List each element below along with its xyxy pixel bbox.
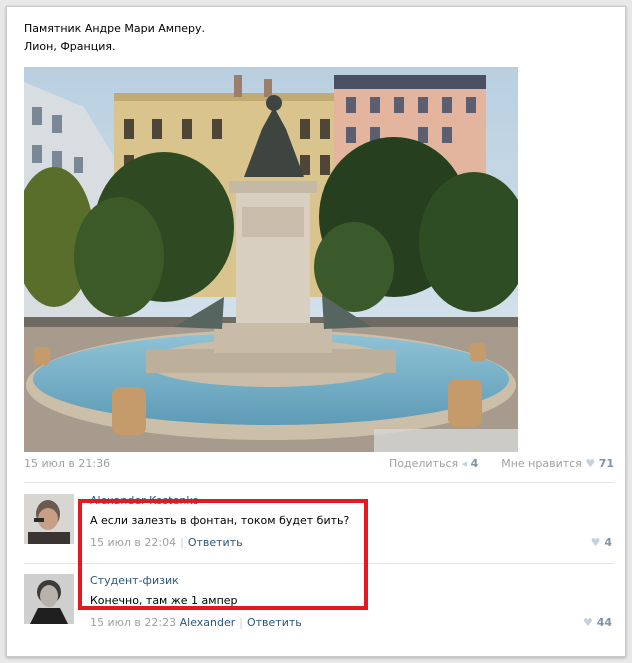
post-text: Памятник Андре Мари Амперу. Лион, Франци… [24,20,205,56]
separator: | [239,616,243,629]
heart-icon: ♥ [590,536,601,549]
post-meta-row: 15 июл в 21:36 Поделиться ◂ 4 Мне нравит… [24,457,614,473]
user-photo-icon [24,574,74,624]
reply-button[interactable]: Ответить [247,616,302,629]
divider [24,482,614,483]
post-text-line-1: Памятник Андре Мари Амперу. [24,22,206,35]
avatar[interactable] [24,574,74,624]
like-label: Мне нравится [501,457,582,470]
heart-icon: ♥ [585,457,596,470]
highlight-box [78,499,368,610]
share-button[interactable]: Поделиться ◂ 4 [389,457,478,470]
ampere-monument-photo [24,67,518,452]
like-button[interactable]: Мне нравится ♥ 71 [501,457,614,470]
reply-to-link[interactable]: Alexander [180,616,236,629]
post-photo[interactable] [24,67,518,452]
avatar[interactable] [24,494,74,544]
comment-like-count: 44 [596,616,612,629]
like-count: 71 [598,457,614,470]
share-count: 4 [470,457,479,470]
comment-meta: 15 июл в 22:23 Alexander | Ответить [90,616,302,629]
comment-like-button[interactable]: ♥ 4 [591,536,612,549]
heart-icon: ♥ [582,616,593,629]
post-date[interactable]: 15 июл в 21:36 [24,457,110,470]
user-photo-icon [24,494,74,544]
post-text-line-2: Лион, Франция. [24,40,116,53]
comment-like-count: 4 [604,536,612,549]
megaphone-icon: ◂ [461,457,468,470]
comment-date[interactable]: 15 июл в 22:23 [90,616,176,629]
share-label: Поделиться [389,457,459,470]
comment-like-button[interactable]: ♥ 44 [583,616,612,629]
